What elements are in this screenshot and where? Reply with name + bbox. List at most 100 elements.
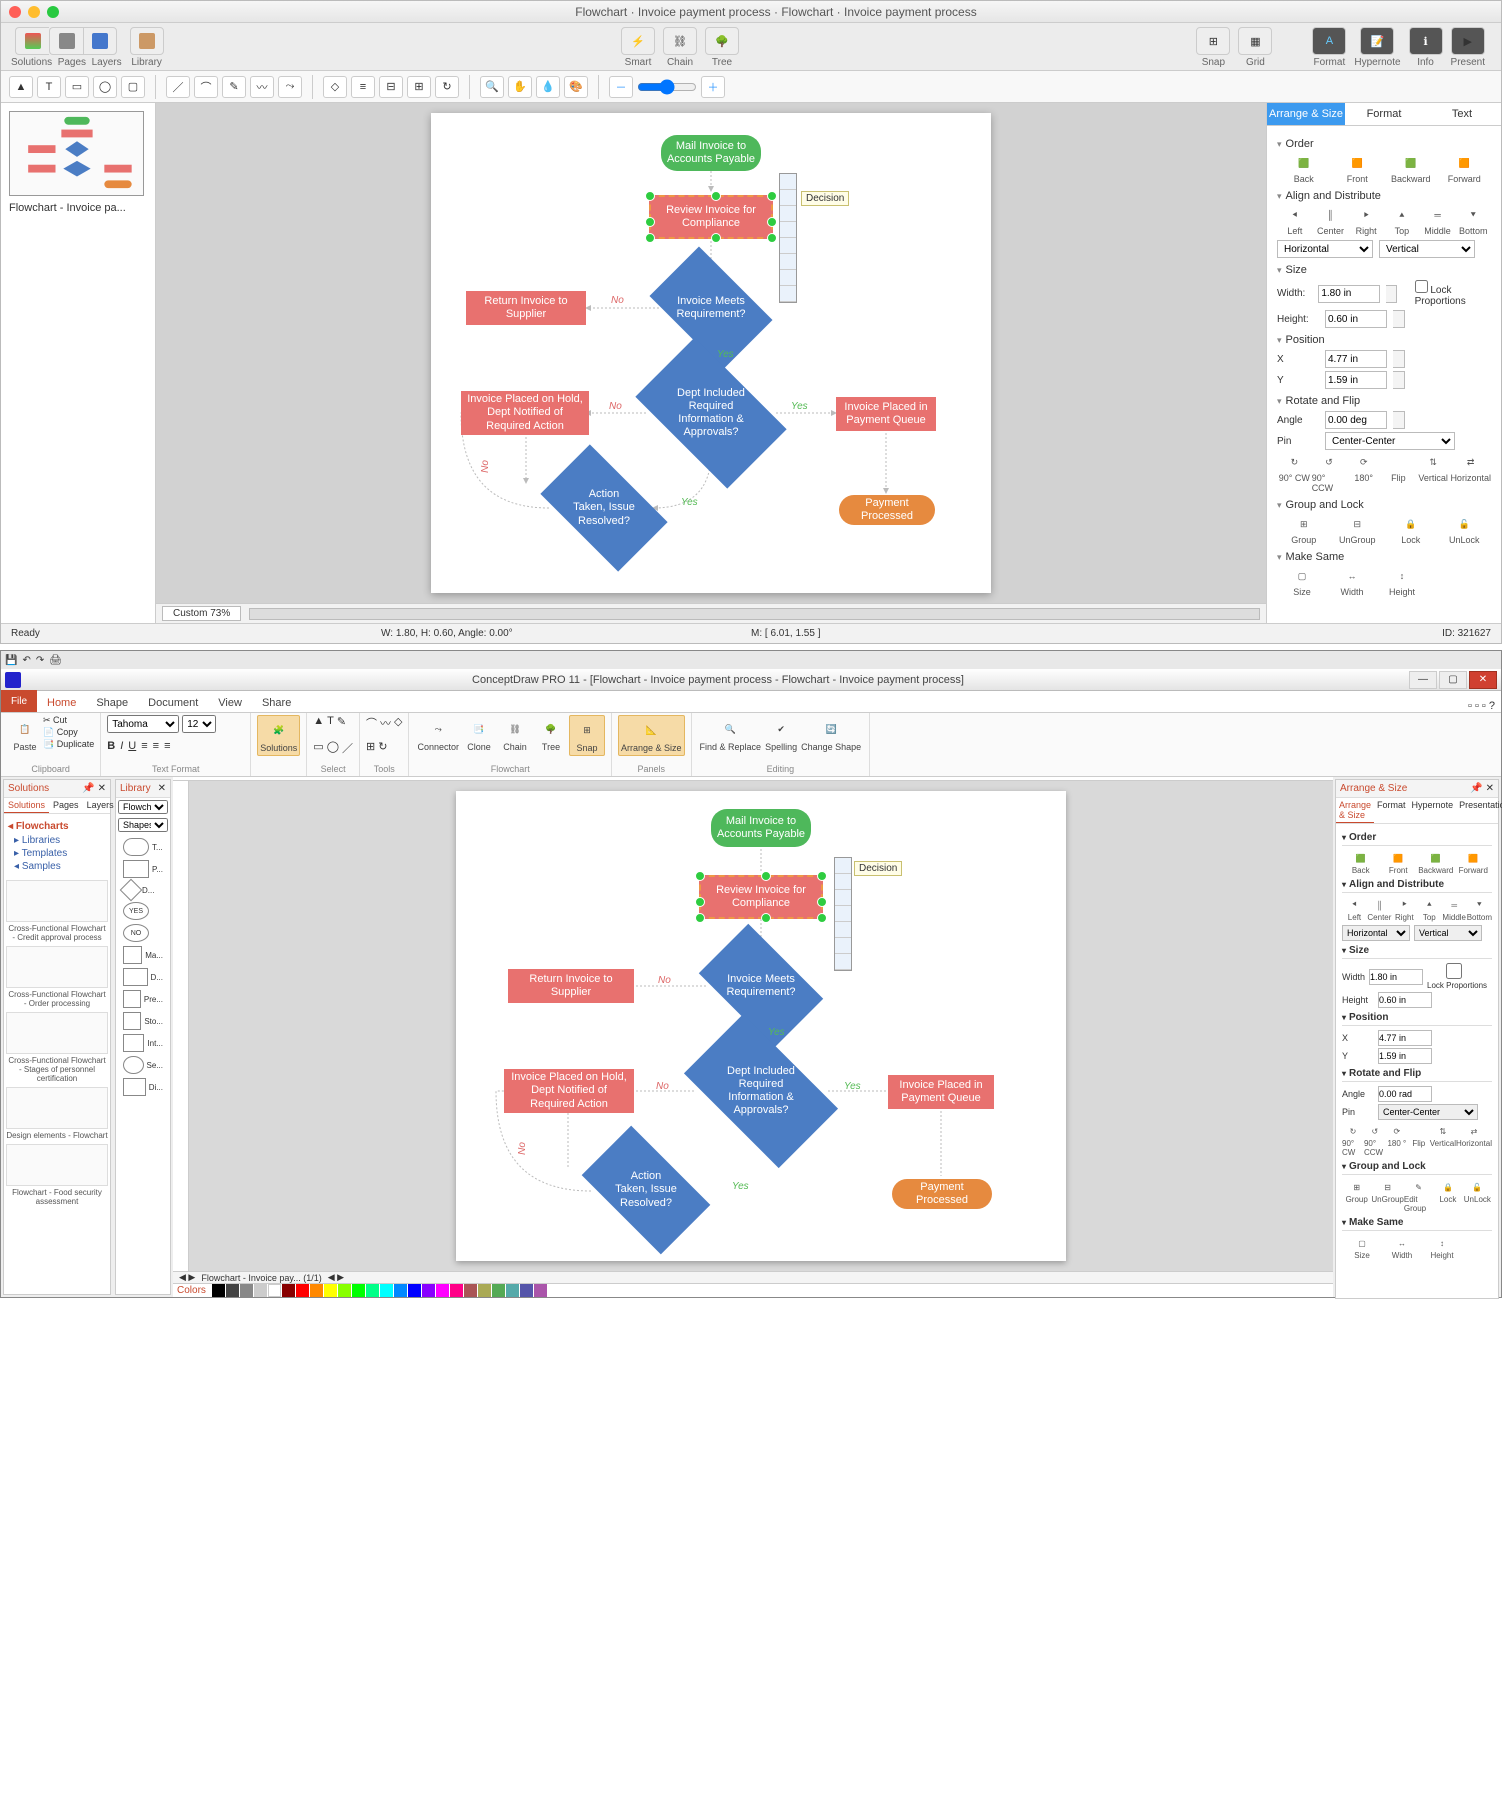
- shape-hold[interactable]: Invoice Placed on Hold, Dept Notified of…: [461, 391, 589, 435]
- size-select[interactable]: 12: [182, 715, 216, 733]
- pin-select[interactable]: Center-Center: [1325, 432, 1455, 450]
- sample-3[interactable]: Cross-Functional Flowchart - Stages of p…: [6, 1012, 108, 1083]
- bezier-tool[interactable]: 〰: [250, 76, 274, 98]
- info-button[interactable]: ℹ: [1409, 27, 1443, 55]
- rotate-tool[interactable]: ↻: [435, 76, 459, 98]
- lock-proportions[interactable]: [1415, 280, 1428, 293]
- max-button[interactable]: ▢: [1439, 671, 1467, 689]
- smart-button[interactable]: ⚡: [621, 27, 655, 55]
- group-tool[interactable]: ⊞: [407, 76, 431, 98]
- share-tab[interactable]: Share: [252, 694, 301, 712]
- page-thumbnail[interactable]: [9, 111, 144, 196]
- shape-processed[interactable]: Payment Processed: [839, 495, 935, 525]
- shape-d1[interactable]: Invoice Meets Requirement?: [659, 273, 763, 343]
- same-width[interactable]: ↔Width: [1327, 567, 1377, 597]
- wsmart-palette[interactable]: [834, 857, 852, 971]
- rounded-tool[interactable]: ▢: [121, 76, 145, 98]
- wshape-d1[interactable]: Invoice Meets Requirement?: [708, 951, 814, 1021]
- pointer-tool[interactable]: ▲: [9, 76, 33, 98]
- rotate-ccw[interactable]: ↺90° CCW: [1312, 453, 1347, 493]
- sample-5[interactable]: Flowchart - Food security assessment: [6, 1144, 108, 1206]
- unlock-btn[interactable]: 🔓UnLock: [1438, 515, 1492, 545]
- clone-btn[interactable]: 📑Clone: [461, 715, 497, 756]
- text-tool[interactable]: T: [37, 76, 61, 98]
- connector-tool[interactable]: ⤳: [278, 76, 302, 98]
- arrange-panel-toggle[interactable]: 📐Arrange & Size: [618, 715, 685, 756]
- copy-button[interactable]: 📄 Copy: [43, 727, 94, 738]
- align-top[interactable]: ⯅Top: [1384, 206, 1420, 236]
- snap-button[interactable]: ⊞: [1196, 27, 1230, 55]
- align-bottom[interactable]: ⯆Bottom: [1455, 206, 1491, 236]
- zoom-in[interactable]: ＋: [701, 76, 725, 98]
- zoom-level[interactable]: Custom 73%: [162, 606, 241, 621]
- shape-start[interactable]: Mail Invoice to Accounts Payable: [661, 135, 761, 171]
- font-select[interactable]: Tahoma: [107, 715, 179, 733]
- order-back[interactable]: 🟩Back: [1277, 154, 1331, 184]
- group-btn[interactable]: ⊞Group: [1277, 515, 1331, 545]
- layers-button[interactable]: [83, 27, 117, 55]
- align-center-button[interactable]: ≡: [153, 740, 159, 758]
- pan-tool[interactable]: ✋: [508, 76, 532, 98]
- rotate-cw[interactable]: ↻90° CW: [1277, 453, 1312, 493]
- paste-button[interactable]: 📋Paste: [7, 715, 43, 754]
- flip-vert[interactable]: ⇅Vertical: [1416, 453, 1451, 493]
- sample-4[interactable]: Design elements - Flowchart: [6, 1087, 108, 1140]
- qa-undo-icon[interactable]: ↶: [22, 655, 30, 666]
- shape-d3[interactable]: Action Taken, Issue Resolved?: [549, 473, 659, 543]
- file-tab[interactable]: File: [1, 690, 37, 712]
- zoom-icon[interactable]: [47, 6, 59, 18]
- cut-button[interactable]: ✂ Cut: [43, 715, 94, 726]
- qa-redo-icon[interactable]: ↷: [36, 655, 44, 666]
- win-titlebar[interactable]: ConceptDraw PRO 11 - [Flowchart - Invoic…: [1, 669, 1501, 691]
- angle-input[interactable]: [1325, 411, 1387, 429]
- win-canvas[interactable]: Mail Invoice to Accounts Payable Review …: [456, 791, 1066, 1261]
- hypernote-button[interactable]: 📝: [1360, 27, 1394, 55]
- wshape-start[interactable]: Mail Invoice to Accounts Payable: [711, 809, 811, 847]
- align-right-button[interactable]: ≡: [164, 740, 170, 758]
- pen-tool[interactable]: ✎: [222, 76, 246, 98]
- edit-pts-tool[interactable]: ◇: [323, 76, 347, 98]
- chain-btn[interactable]: ⛓Chain: [497, 715, 533, 756]
- wshape-processed[interactable]: Payment Processed: [892, 1179, 992, 1209]
- close-button[interactable]: ✕: [1469, 671, 1497, 689]
- wshape-return[interactable]: Return Invoice to Supplier: [508, 969, 634, 1003]
- tree-btn[interactable]: 🌳Tree: [533, 715, 569, 756]
- canvas[interactable]: Mail Invoice to Accounts Payable Review …: [431, 113, 991, 593]
- mac-titlebar[interactable]: Flowchart · Invoice payment process · Fl…: [1, 1, 1501, 23]
- zoom-out[interactable]: －: [609, 76, 633, 98]
- order-backward[interactable]: 🟩Backward: [1384, 154, 1438, 184]
- tab-arrange[interactable]: Arrange & Size: [1267, 103, 1345, 126]
- height-input[interactable]: [1325, 310, 1387, 328]
- zoom-tool[interactable]: 🔍: [480, 76, 504, 98]
- tab-text[interactable]: Text: [1423, 103, 1501, 126]
- snap-btn[interactable]: ⊞Snap: [569, 715, 605, 756]
- dist-horiz[interactable]: Horizontal: [1277, 240, 1373, 258]
- order-front[interactable]: 🟧Front: [1331, 154, 1385, 184]
- close-icon[interactable]: [9, 6, 21, 18]
- qa-save-icon[interactable]: 💾: [5, 655, 17, 666]
- align-right[interactable]: ⯈Right: [1348, 206, 1384, 236]
- color-swatches[interactable]: [212, 1284, 1329, 1297]
- solutions-button[interactable]: [15, 27, 49, 55]
- rotate-180[interactable]: ⟳180°: [1346, 453, 1381, 493]
- document-tab[interactable]: Document: [138, 694, 208, 712]
- x-input[interactable]: [1325, 350, 1387, 368]
- shape-queue[interactable]: Invoice Placed in Payment Queue: [836, 397, 936, 431]
- min-button[interactable]: —: [1409, 671, 1437, 689]
- wshape-queue[interactable]: Invoice Placed in Payment Queue: [888, 1075, 994, 1109]
- y-input[interactable]: [1325, 371, 1387, 389]
- home-tab[interactable]: Home: [37, 694, 86, 712]
- bold-button[interactable]: B: [107, 740, 115, 758]
- qa-print-icon[interactable]: 🖨: [49, 655, 62, 666]
- order-forward[interactable]: 🟧Forward: [1438, 154, 1492, 184]
- zoom-slider[interactable]: [637, 79, 697, 95]
- tab-format[interactable]: Format: [1345, 103, 1423, 126]
- ungroup-btn[interactable]: ⊟UnGroup: [1331, 515, 1385, 545]
- chain-button[interactable]: ⛓: [663, 27, 697, 55]
- h-scrollbar[interactable]: [249, 608, 1260, 620]
- align-left[interactable]: ⯇Left: [1277, 206, 1313, 236]
- align-middle[interactable]: ═Middle: [1420, 206, 1456, 236]
- align-tool[interactable]: ≡: [351, 76, 375, 98]
- dist-vert[interactable]: Vertical: [1379, 240, 1475, 258]
- minimize-icon[interactable]: [28, 6, 40, 18]
